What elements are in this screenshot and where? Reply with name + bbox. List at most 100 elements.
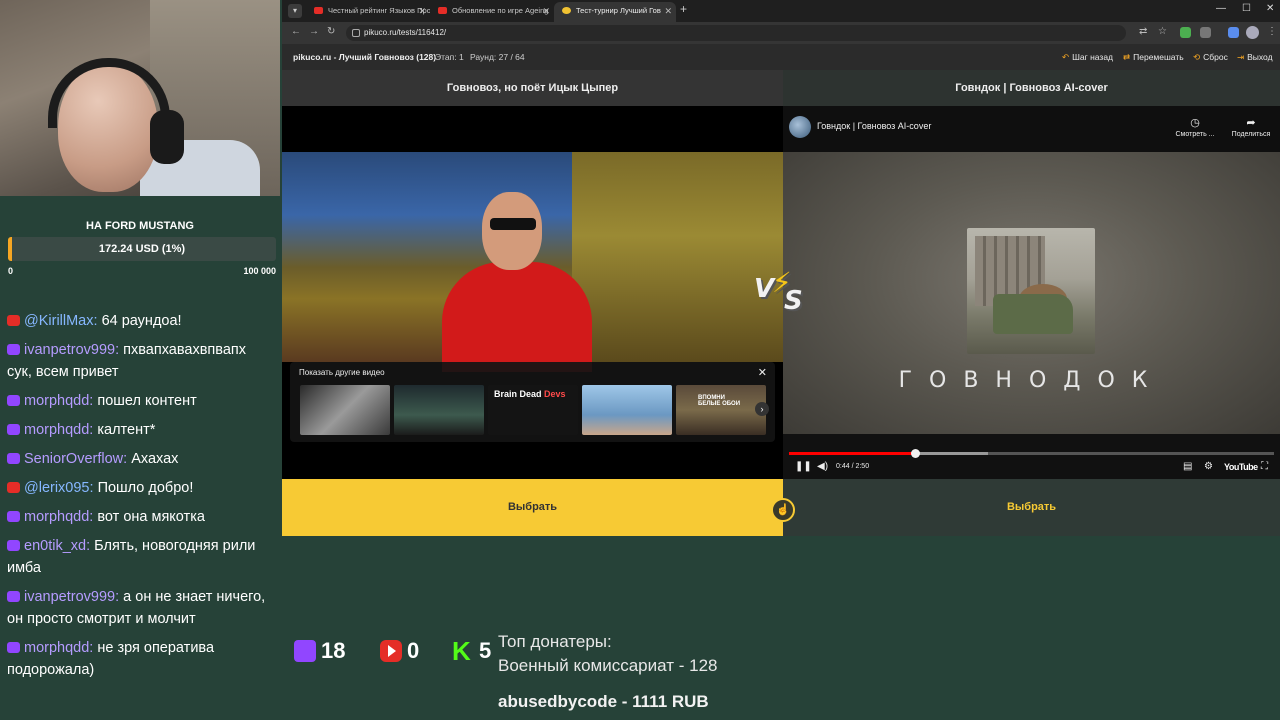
browser-window: ▾ Честный рейтинг Языков Про ✕ Обновлени… [282, 0, 1280, 536]
bookmark-star-icon[interactable]: ☆ [1158, 26, 1167, 37]
kick-viewers: 5 [479, 638, 492, 663]
tab-label: Тест-турнир Лучший Гов [576, 6, 661, 15]
channel-avatar[interactable] [789, 116, 811, 138]
share-icon: ➦ [1246, 117, 1256, 129]
tab-tournament[interactable]: Тест-турнир Лучший Гов ✕ [554, 2, 676, 22]
tab-label: Обновление по игре Ageing [452, 6, 549, 15]
pikuco-favicon-icon [562, 7, 571, 14]
close-window-icon[interactable]: ✕ [1266, 3, 1274, 14]
singer-face [482, 192, 542, 270]
pause-icon[interactable]: ❚❚ [795, 461, 812, 472]
minimize-icon[interactable]: — [1216, 3, 1226, 14]
new-tab-icon[interactable]: + [680, 2, 687, 16]
subtitles-icon[interactable]: ▤ [1183, 461, 1192, 472]
thumb-label: Brain Dead Devs [494, 389, 566, 399]
top-donors-title: Топ донатеры: [498, 632, 612, 651]
youtube-favicon-icon [438, 7, 447, 14]
menu-kebab-icon[interactable]: ⋮ [1267, 26, 1277, 37]
choose-right-button[interactable]: Выбрать [783, 479, 1280, 536]
site-info-icon[interactable] [352, 29, 360, 37]
seek-handle[interactable] [910, 449, 920, 458]
reload-icon[interactable]: ↻ [327, 26, 335, 37]
choose-left-button[interactable]: Выбрать [282, 479, 783, 536]
video-title[interactable]: Говндок | Говновоз AI-cover [817, 121, 931, 131]
twitch-icon [7, 591, 20, 602]
youtube-logo[interactable]: YouTube [1224, 462, 1258, 472]
right-video-player[interactable]: Говндок | Говновоз AI-cover ◷ Смотреть ..… [783, 106, 1280, 479]
extension-icon[interactable] [1228, 27, 1239, 38]
address-bar-row: ← → ↻ pikuco.ru/tests/116412/ ⇄ ☆ ⋮ [282, 22, 1280, 44]
suggested-video-thumb[interactable]: ВПОМНИ БЕЛЫЕ ОБОИ [676, 385, 766, 435]
round-indicator: Раунд: 27 / 64 [470, 52, 525, 62]
time-display: 0:44 / 2:50 [836, 463, 870, 470]
chat-username: @lerix095: [24, 480, 94, 496]
twitch-icon [7, 344, 20, 355]
share-button[interactable]: ➦ Поделиться [1226, 116, 1276, 138]
twitch-icon [7, 424, 20, 435]
step-back-button[interactable]: ↶ Шаг назад [1062, 52, 1113, 63]
right-video-frame: ГОВНОДОК [783, 152, 1280, 434]
close-tab-icon[interactable]: ✕ [664, 2, 672, 20]
chat-message: @lerix095: Пошло добро! [7, 477, 274, 499]
tab-strip: ▾ Честный рейтинг Языков Про ✕ Обновлени… [282, 0, 1280, 22]
tab-search-icon[interactable]: ▾ [288, 4, 302, 18]
twitch-icon [7, 540, 20, 551]
watch-later-button[interactable]: ◷ Смотреть ... [1170, 116, 1220, 138]
suggested-video-thumb[interactable] [582, 385, 672, 435]
shuffle-button[interactable]: ⇄ Перемешать [1123, 52, 1184, 63]
tab-ageing[interactable]: Обновление по игре Ageing ✕ [430, 2, 554, 22]
fullscreen-icon[interactable]: ⛶ [1261, 461, 1268, 472]
exit-button[interactable]: ⇥ Выход [1237, 52, 1273, 63]
back-icon[interactable]: ← [291, 26, 301, 37]
left-video-player[interactable]: Показать другие видео ✕ Brain Dead Devs … [282, 106, 783, 479]
reset-label: Сброс [1203, 52, 1228, 62]
profile-avatar-icon[interactable] [1246, 26, 1259, 39]
reset-button[interactable]: ⟲ Сброс [1193, 52, 1228, 63]
maximize-icon[interactable]: ☐ [1242, 3, 1251, 14]
left-video-frame [282, 152, 783, 372]
extension-icon[interactable] [1180, 27, 1191, 38]
versus-badge: V ⚡ S [752, 266, 812, 324]
extensions-puzzle-icon[interactable] [1200, 27, 1211, 38]
twitch-viewers: 18 [321, 638, 346, 663]
chat-text: 64 раундоа! [101, 313, 182, 329]
chevron-right-icon[interactable]: › [755, 402, 769, 416]
suggested-video-thumb[interactable] [300, 385, 390, 435]
chat-message: ivanpetrov999: пхвапхавахвпвапх сук, все… [7, 339, 274, 383]
chat-message: morphqdd: пошел контент [7, 390, 274, 412]
goal-max: 100 000 [243, 266, 276, 276]
tab-label: Честный рейтинг Языков Про [328, 6, 430, 15]
tab-rating[interactable]: Честный рейтинг Языков Про ✕ [306, 2, 430, 22]
volume-icon[interactable]: ◀) [817, 461, 828, 472]
close-tab-icon[interactable]: ✕ [418, 2, 426, 20]
twitch-icon [7, 642, 20, 653]
truck-tank [572, 152, 783, 362]
close-tab-icon[interactable]: ✕ [542, 2, 550, 20]
url-text: pikuco.ru/tests/116412/ [364, 28, 447, 37]
left-contender-title: Говновоз, но поёт Ицык Цыпер [282, 70, 783, 106]
shuffle-label: Перемешать [1133, 52, 1184, 62]
singer [442, 192, 592, 372]
youtube-favicon-icon [314, 7, 323, 14]
chat-username: morphqdd: [24, 509, 94, 525]
chat-message: en0tik_xd: Блять, новогодняя рили имба [7, 535, 274, 579]
translate-icon[interactable]: ⇄ [1139, 26, 1147, 37]
site-header: pikuco.ru - Лучший Говновоз (128) Этап: … [282, 44, 1280, 70]
youtube-icon [7, 482, 20, 493]
chat-username: ivanpetrov999: [24, 589, 120, 605]
suggested-video-thumb[interactable]: Brain Dead Devs [488, 385, 578, 435]
chat-username: morphqdd: [24, 422, 94, 438]
goal-min: 0 [8, 266, 14, 276]
url-field[interactable]: pikuco.ru/tests/116412/ [346, 25, 1126, 41]
settings-gear-icon[interactable]: ⚙ [1204, 461, 1213, 472]
goal-amount: 172.24 USD (1%) [98, 243, 186, 255]
suggested-video-thumb[interactable] [394, 385, 484, 435]
stage-indicator: Этап: 1 [435, 52, 464, 62]
close-icon[interactable]: ✕ [758, 366, 767, 379]
chat-text: Ахахах [131, 451, 179, 467]
forward-icon[interactable]: → [309, 26, 319, 37]
chat-message: ivanpetrov999: а он не знает ничего, он … [7, 586, 274, 630]
seek-bar[interactable] [789, 449, 1274, 458]
headset-earcup [150, 110, 184, 164]
twitch-icon [7, 453, 20, 464]
